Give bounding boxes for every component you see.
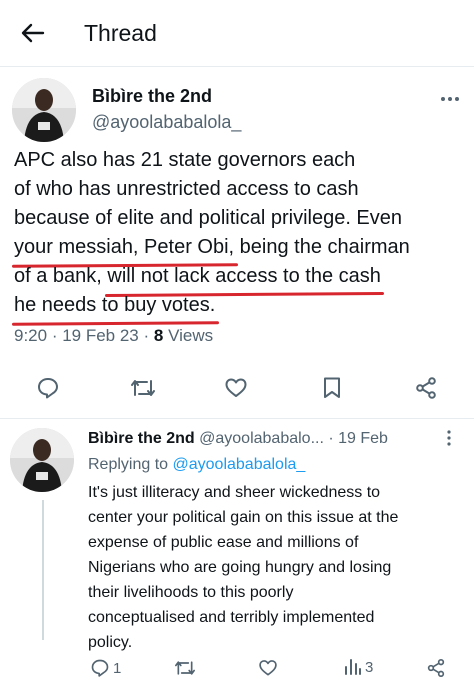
divider	[0, 418, 474, 419]
reply-date: · 19 Feb	[323, 430, 388, 447]
reply-icon	[91, 659, 109, 677]
thread-connector	[42, 500, 44, 640]
retweet-button[interactable]	[130, 376, 156, 400]
tweet-text-line: of who has unrestricted access to cash	[14, 178, 359, 200]
replying-to-handle[interactable]: @ayoolababalola_	[173, 456, 306, 473]
views-icon	[345, 659, 361, 675]
bookmark-icon	[324, 377, 340, 398]
replying-to: Replying to @ayoolababalola_	[88, 456, 306, 473]
avatar[interactable]	[12, 78, 76, 142]
reply-button[interactable]	[36, 376, 60, 400]
reply-text-line: their livelihoods to this poorly	[88, 584, 294, 601]
reply-views-count: 3	[365, 658, 374, 676]
reply-text-line: conceptualised and terribly implemented	[88, 609, 375, 626]
reply-share-button[interactable]	[426, 658, 446, 678]
reply-more-button[interactable]	[447, 430, 451, 451]
reply-text: It's just illiteracy and sheer wickednes…	[88, 480, 464, 655]
more-button[interactable]	[440, 86, 460, 107]
arrow-left-icon	[21, 23, 45, 43]
reply-author-handle[interactable]: @ayoolababalo...	[199, 430, 324, 447]
tweet-text-line: APC also has 21 state governors each	[14, 149, 356, 171]
bookmark-button[interactable]	[322, 376, 342, 400]
views-count: 8	[153, 326, 164, 345]
reply-avatar[interactable]	[10, 428, 74, 492]
tweet-meta: 9:20 · 19 Feb 23 · 8 Views	[14, 326, 214, 345]
author-name[interactable]: Bìbìre the 2nd	[92, 86, 212, 107]
underlined-text: your messiah, Peter Obi,	[14, 233, 234, 262]
share-icon	[427, 659, 445, 678]
tweet-text: APC also has 21 state governors each of …	[14, 146, 466, 320]
share-icon	[416, 377, 436, 399]
views-label: Views	[163, 326, 214, 345]
author-handle[interactable]: @ayoolababalola_	[92, 112, 241, 133]
tweet-text-line: your messiah, Peter Obi, being the chair…	[14, 233, 466, 262]
reply-text-line: expense of public ease and millions of	[88, 534, 359, 551]
reply-views-button[interactable]: 3	[344, 658, 373, 676]
reply-author-name[interactable]: Bìbìre the 2nd	[88, 430, 195, 447]
page-title: Thread	[84, 20, 157, 46]
tweet-text-line: he needs to buy votes.	[14, 291, 466, 320]
tweet-actions	[0, 364, 474, 412]
reply-icon	[38, 378, 58, 399]
tweet-date[interactable]: 19 Feb 23	[62, 326, 139, 345]
reply-like-button[interactable]	[258, 658, 278, 678]
reply-text-line: Nigerians who are going hungry and losin…	[88, 559, 392, 576]
reply-reply-button[interactable]: 1	[90, 658, 121, 678]
underlined-text: will not lack access to the cash	[107, 262, 380, 291]
retweet-icon	[174, 661, 195, 675]
tweet-text-line: because of elite and political privilege…	[14, 207, 403, 229]
header-bar: Thread	[0, 0, 474, 67]
heart-icon	[259, 660, 277, 676]
more-icon	[441, 97, 459, 101]
retweet-icon	[131, 380, 155, 396]
tweet-text-line: of a bank, will not lack access to the c…	[14, 262, 466, 291]
more-icon	[447, 430, 451, 446]
reply-actions: 1 3	[0, 650, 474, 686]
reply-header: Bìbìre the 2nd @ayoolababalo... · 19 Feb	[88, 430, 388, 448]
share-button[interactable]	[414, 376, 438, 400]
reply-retweet-button[interactable]	[174, 658, 196, 678]
reply-text-line: It's just illiteracy and sheer wickednes…	[88, 484, 381, 501]
underlined-text: he needs to buy votes.	[14, 291, 215, 320]
tweet-time[interactable]: 9:20	[14, 326, 47, 345]
back-button[interactable]	[18, 20, 48, 46]
reply-text-line: center your political gain on this issue…	[88, 509, 399, 526]
heart-icon	[225, 378, 247, 397]
like-button[interactable]	[224, 376, 248, 400]
reply-count: 1	[113, 659, 122, 677]
